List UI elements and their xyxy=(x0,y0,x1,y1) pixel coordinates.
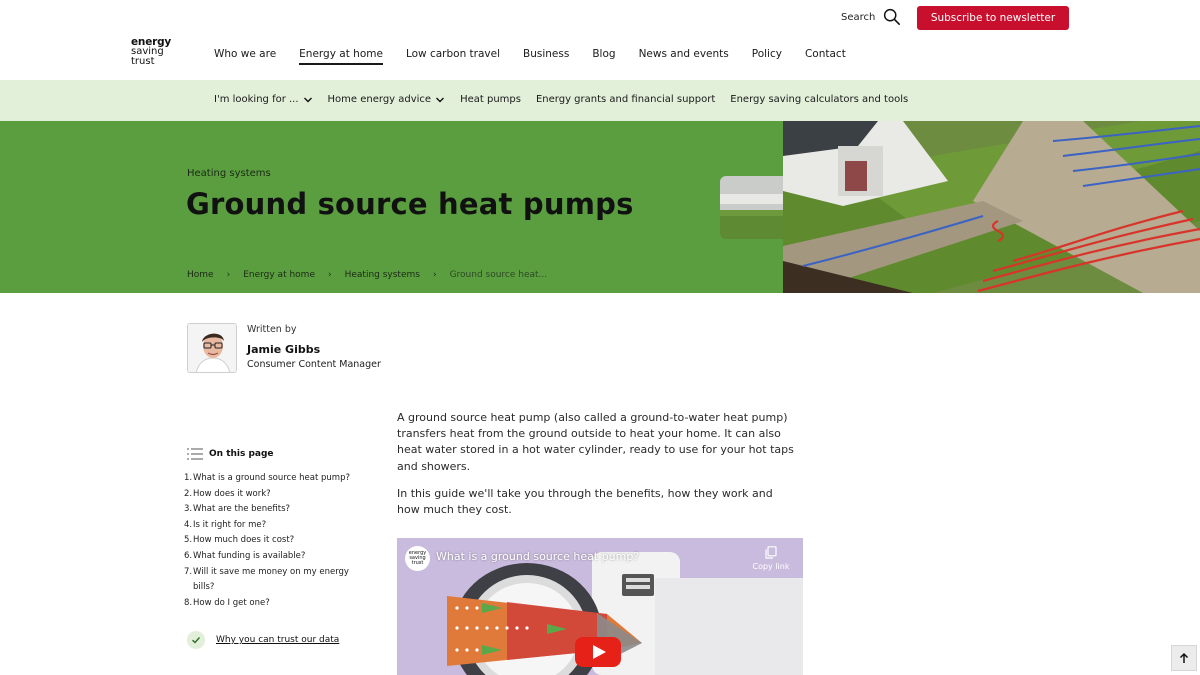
sub-nav: I'm looking for ... Home energy advice H… xyxy=(0,80,1200,121)
article-intro: A ground source heat pump (also called a… xyxy=(397,410,797,529)
toc-item[interactable]: 2. How does it work? xyxy=(184,487,364,503)
author-role: Consumer Content Manager xyxy=(247,359,381,370)
toc-heading: On this page xyxy=(187,447,274,461)
video-title[interactable]: What is a ground source heat pump? xyxy=(436,550,639,563)
hero-banner: Heating systems Ground source heat pumps… xyxy=(0,121,1200,293)
author-photo-icon xyxy=(188,324,236,372)
breadcrumb: Home › Energy at home › Heating systems … xyxy=(187,270,547,280)
toc-heading-label: On this page xyxy=(209,449,274,459)
toc-item-number: 2. xyxy=(184,488,193,499)
toc-item-number: 5. xyxy=(184,535,193,546)
breadcrumb-energy-at-home[interactable]: Energy at home xyxy=(243,270,315,280)
toc-item[interactable]: 1. What is a ground source heat pump? xyxy=(184,471,364,487)
chevron-down-icon xyxy=(436,97,445,102)
subnav-looking-for-label: I'm looking for ... xyxy=(214,94,299,105)
toc-link[interactable]: What are the benefits? xyxy=(193,502,290,518)
toc-link[interactable]: What is a ground source heat pump? xyxy=(193,471,350,487)
breadcrumb-heating-systems[interactable]: Heating systems xyxy=(345,270,420,280)
toc-item[interactable]: 6. What funding is available? xyxy=(184,549,364,565)
nav-news-and-events[interactable]: News and events xyxy=(639,48,729,65)
video-player[interactable]: energy saving trust What is a ground sou… xyxy=(397,538,803,675)
toc-item-number: 8. xyxy=(184,597,193,608)
list-icon xyxy=(187,448,203,460)
copy-link-label: Copy link xyxy=(752,562,790,571)
trust-data-link[interactable]: Why you can trust our data xyxy=(187,631,339,649)
intro-paragraph-2: In this guide we'll take you through the… xyxy=(397,486,773,517)
toc-item[interactable]: 8. How do I get one? xyxy=(184,596,364,612)
copy-icon xyxy=(765,546,777,559)
nav-policy[interactable]: Policy xyxy=(752,48,782,65)
toc-item-number: 3. xyxy=(184,504,193,515)
toc-item-number: 6. xyxy=(184,550,193,561)
subnav-heat-pumps[interactable]: Heat pumps xyxy=(460,94,521,105)
nav-low-carbon-travel[interactable]: Low carbon travel xyxy=(406,48,500,65)
logo-text-trust: trust xyxy=(131,56,155,67)
toc-item[interactable]: 4. Is it right for me? xyxy=(184,518,364,534)
back-to-top-button[interactable] xyxy=(1171,645,1197,671)
search-icon xyxy=(884,8,901,26)
nav-business[interactable]: Business xyxy=(523,48,569,65)
toc-item-number: 4. xyxy=(184,519,193,530)
page-title: Ground source heat pumps xyxy=(186,187,634,221)
trust-data-link-label[interactable]: Why you can trust our data xyxy=(216,635,339,645)
nav-blog[interactable]: Blog xyxy=(592,48,615,65)
avatar xyxy=(187,323,237,373)
breadcrumb-separator: › xyxy=(226,270,231,280)
nav-who-we-are[interactable]: Who we are xyxy=(214,48,276,65)
toc-item[interactable]: 3. What are the benefits? xyxy=(184,502,364,518)
breadcrumb-current: Ground source heat... xyxy=(449,270,548,280)
subnav-looking-for[interactable]: I'm looking for ... xyxy=(214,94,313,105)
site-header: energy saving trust Search Subscribe to … xyxy=(0,0,1200,80)
site-logo[interactable]: energy saving trust xyxy=(131,37,181,67)
subnav-calculators[interactable]: Energy saving calculators and tools xyxy=(730,94,908,105)
play-icon[interactable] xyxy=(575,637,621,667)
toc-item-number: 7. xyxy=(184,566,193,577)
toc-item-number: 1. xyxy=(184,473,193,483)
toc-link[interactable]: How does it work? xyxy=(193,487,271,503)
toc-link[interactable]: How much does it cost? xyxy=(193,533,294,549)
nav-energy-at-home[interactable]: Energy at home xyxy=(299,48,383,65)
toc-item[interactable]: 7. Will it save me money on my energy bil… xyxy=(184,565,364,596)
hero-decorative-tile xyxy=(720,176,783,239)
copy-link-button[interactable]: Copy link xyxy=(749,546,793,571)
author-written-by: Written by xyxy=(247,324,297,335)
breadcrumb-home[interactable]: Home xyxy=(187,270,214,280)
subscribe-button[interactable]: Subscribe to newsletter xyxy=(917,6,1069,30)
intro-paragraph-1: A ground source heat pump (also called a… xyxy=(397,411,794,473)
toc-link[interactable]: Is it right for me? xyxy=(193,518,266,534)
breadcrumb-separator: › xyxy=(327,270,332,280)
table-of-contents: 1. What is a ground source heat pump? 2. H… xyxy=(184,471,364,611)
ground-source-heat-pump-illustration xyxy=(783,121,1200,293)
toc-link[interactable]: Will it save me money on my energy bills… xyxy=(193,565,364,596)
hero-eyebrow: Heating systems xyxy=(187,168,271,179)
toc-link[interactable]: How do I get one? xyxy=(193,596,270,612)
subnav-home-energy-advice[interactable]: Home energy advice xyxy=(328,94,446,105)
author-name: Jamie Gibbs xyxy=(247,343,321,356)
search-button[interactable]: Search xyxy=(841,8,901,26)
breadcrumb-separator: › xyxy=(432,270,437,280)
check-icon xyxy=(187,631,205,649)
arrow-up-icon xyxy=(1179,652,1189,663)
channel-logo-text: trust xyxy=(411,560,424,566)
channel-logo[interactable]: energy saving trust xyxy=(405,546,430,571)
nav-contact[interactable]: Contact xyxy=(805,48,846,65)
toc-item[interactable]: 5. How much does it cost? xyxy=(184,533,364,549)
toc-link[interactable]: What funding is available? xyxy=(193,549,305,565)
search-label: Search xyxy=(841,11,876,23)
main-nav: Who we are Energy at home Low carbon tra… xyxy=(214,48,869,65)
subnav-energy-grants[interactable]: Energy grants and financial support xyxy=(536,94,715,105)
chevron-down-icon xyxy=(303,97,312,102)
subnav-home-energy-advice-label: Home energy advice xyxy=(327,94,432,105)
